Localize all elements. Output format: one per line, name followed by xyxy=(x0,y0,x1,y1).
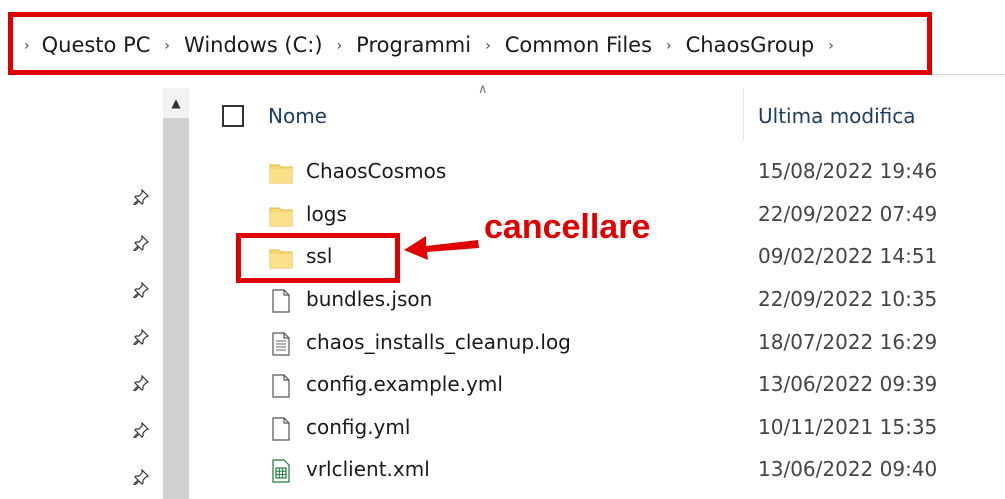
file-name[interactable]: logs xyxy=(306,202,347,226)
file-name[interactable]: chaos_installs_cleanup.log xyxy=(306,330,571,354)
ssl-highlight-box xyxy=(236,233,400,283)
pin-icon[interactable] xyxy=(133,282,149,298)
folder-icon xyxy=(269,207,293,227)
file-date: 13/06/2022 09:40 xyxy=(758,457,938,481)
arrow-left-icon xyxy=(404,236,479,260)
file-date: 15/08/2022 19:46 xyxy=(758,159,938,183)
file-date: 09/02/2022 14:51 xyxy=(758,244,938,268)
scroll-up-icon[interactable]: ▲ xyxy=(163,88,189,118)
column-header-name[interactable]: Nome xyxy=(268,104,327,128)
spreadsheet-icon xyxy=(272,459,290,483)
annotation-label: cancellare xyxy=(484,208,651,246)
pin-icon[interactable] xyxy=(133,422,149,438)
pin-icon[interactable] xyxy=(133,189,149,205)
select-all-checkbox[interactable] xyxy=(222,105,244,127)
file-name[interactable]: ChaosCosmos xyxy=(306,159,446,183)
file-row[interactable]: chaos_installs_cleanup.log 18/07/2022 16… xyxy=(200,322,1005,364)
file-date: 10/11/2021 15:35 xyxy=(758,415,938,439)
file-date: 18/07/2022 16:29 xyxy=(758,330,938,354)
file-date: 22/09/2022 07:49 xyxy=(758,202,938,226)
file-icon xyxy=(272,374,290,398)
sort-ascending-icon: ∧ xyxy=(478,82,488,97)
text-file-icon xyxy=(272,332,290,356)
pin-icon[interactable] xyxy=(133,375,149,391)
file-row[interactable]: bundles.json 22/09/2022 10:35 xyxy=(200,279,1005,321)
file-date: 13/06/2022 09:39 xyxy=(758,372,938,396)
file-name[interactable]: vrlclient.xml xyxy=(306,457,430,481)
file-row[interactable]: vrlclient.xml 13/06/2022 09:40 xyxy=(200,449,1005,491)
file-name[interactable]: bundles.json xyxy=(306,287,432,311)
breadcrumb-highlight-box xyxy=(8,12,932,75)
nav-pane-scrollbar[interactable] xyxy=(163,88,189,499)
file-row[interactable]: config.yml 10/11/2021 15:35 xyxy=(200,407,1005,449)
pin-icon[interactable] xyxy=(133,329,149,345)
folder-icon xyxy=(269,164,293,184)
file-name[interactable]: config.yml xyxy=(306,415,410,439)
column-header-date[interactable]: Ultima modifica xyxy=(758,104,916,128)
file-icon xyxy=(272,417,290,441)
file-row[interactable]: config.example.yml 13/06/2022 09:39 xyxy=(200,364,1005,406)
column-divider[interactable] xyxy=(743,88,744,140)
pin-icon[interactable] xyxy=(133,235,149,251)
file-row[interactable]: ChaosCosmos 15/08/2022 19:46 xyxy=(200,151,1005,193)
file-icon xyxy=(272,289,290,313)
file-name[interactable]: config.example.yml xyxy=(306,372,503,396)
pin-icon[interactable] xyxy=(133,469,149,485)
file-date: 22/09/2022 10:35 xyxy=(758,287,938,311)
